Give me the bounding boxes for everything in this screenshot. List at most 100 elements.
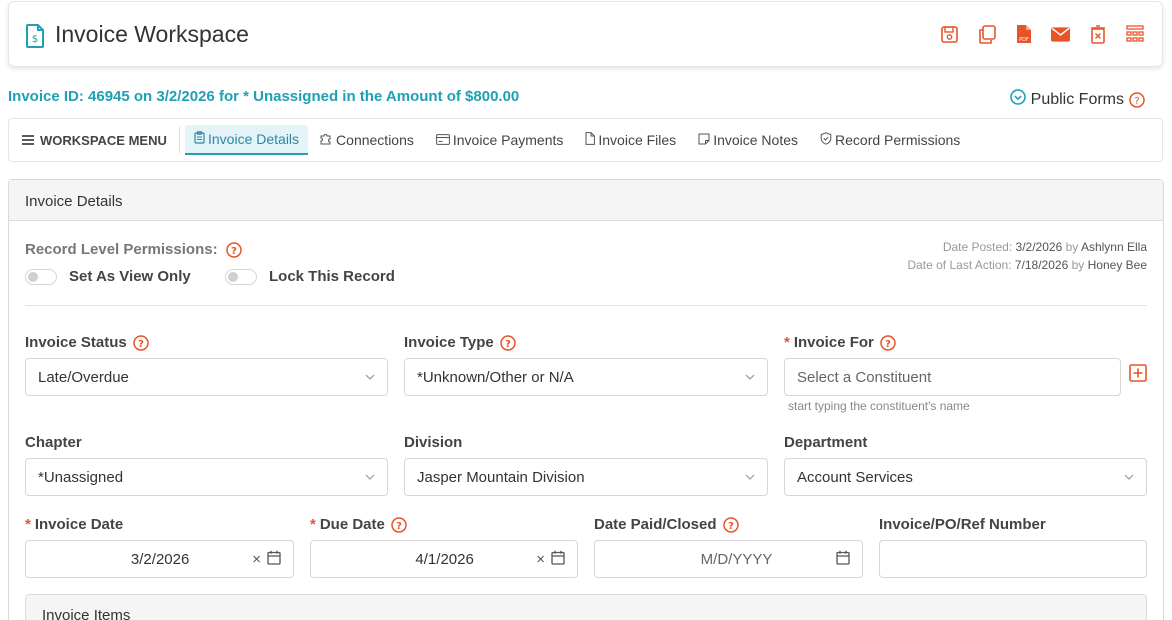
invoice-for-help: start typing the constituent's name [788,399,970,413]
public-forms-label: Public Forms [1030,90,1124,108]
puzzle-icon [319,132,333,148]
card-icon [435,132,450,148]
shield-icon [820,132,832,148]
section-divider [25,305,1147,306]
pdf-icon[interactable]: PDF [1014,24,1033,44]
chevron-down-icon [745,472,755,482]
svg-text:?: ? [505,339,511,350]
header-card: $ Invoice Workspace PDF [8,1,1163,67]
division-select[interactable]: Jasper Mountain Division [404,458,768,496]
copy-icon[interactable] [977,24,996,44]
invoice-for-label-text: Invoice For [793,334,874,351]
help-icon[interactable]: ? [132,334,149,351]
invoice-items-header: Invoice Items [25,594,1147,620]
department-select[interactable]: Account Services [784,458,1147,496]
tab-label: Connections [336,132,414,148]
due-date-label: * Due Date ? [310,516,407,533]
invoice-status-select[interactable]: Late/Overdue [25,358,388,396]
tab-invoice-files[interactable]: Invoice Files [574,125,687,155]
help-icon[interactable]: ? [391,516,407,533]
tab-label: Invoice Notes [713,132,799,148]
help-icon[interactable]: ? [722,516,739,533]
invoice-date-label: * Invoice Date [25,516,123,533]
date-posted-prefix: Date Posted: [942,240,1013,254]
ref-number-input[interactable] [879,540,1147,578]
required-mark: * [784,334,790,351]
invoice-type-value: *Unknown/Other or N/A [417,368,574,386]
clear-icon[interactable]: × [252,551,261,568]
help-icon[interactable]: ? [225,241,242,258]
date-posted-line: Date Posted: 3/2/2026 by Ashlynn Ella [907,238,1147,256]
page-title: Invoice Workspace [55,21,249,47]
menu-divider [179,127,180,153]
svg-text:PDF: PDF [1019,37,1029,43]
ref-number-label-text: Invoice/PO/Ref Number [879,516,1046,533]
panel-title: Invoice Details [9,180,1163,221]
invoice-type-select[interactable]: *Unknown/Other or N/A [404,358,768,396]
calendar-icon[interactable] [267,550,281,569]
tab-connections[interactable]: Connections [308,125,425,155]
workspace-tabs: Invoice Details Connections Invoice Paym… [185,125,971,155]
add-constituent-icon[interactable] [1129,364,1147,387]
department-label: Department [784,434,867,451]
date-paid-label: Date Paid/Closed ? [594,516,739,533]
last-action-line: Date of Last Action: 7/18/2026 by Honey … [907,256,1147,274]
tab-invoice-details[interactable]: Invoice Details [185,125,309,155]
clear-icon[interactable]: × [536,551,545,568]
svg-text:?: ? [138,339,144,350]
tab-label: Invoice Details [208,131,300,147]
view-only-toggle-row: Set As View Only [25,268,191,285]
help-icon[interactable]: ? [1129,91,1145,108]
invoice-date-input[interactable]: 3/2/2026 × [25,540,294,578]
lock-record-toggle[interactable] [225,268,257,285]
workspace-menu-toggle[interactable]: WORKSPACE MENU [22,133,167,148]
required-mark: * [25,516,31,533]
calendar-icon[interactable] [551,550,565,569]
svg-text:?: ? [396,521,402,532]
chevron-down-icon [1124,472,1134,482]
required-mark: * [310,516,316,533]
invoice-for-input[interactable]: Select a Constituent [784,358,1121,396]
delete-icon[interactable] [1088,24,1107,44]
email-icon[interactable] [1051,24,1070,44]
workspace-menu-label: WORKSPACE MENU [40,133,167,148]
chevron-down-icon [365,372,375,382]
svg-text:?: ? [728,521,734,532]
help-icon[interactable]: ? [500,334,516,351]
date-posted-value: 3/2/2026 [1015,240,1063,254]
invoice-date-label-text: Invoice Date [34,516,124,533]
tab-invoice-payments[interactable]: Invoice Payments [425,125,575,155]
department-value: Account Services [797,468,913,486]
invoice-for-placeholder: Select a Constituent [797,368,932,386]
division-value: Jasper Mountain Division [417,468,585,486]
by-text: by [1065,240,1079,254]
due-date-input[interactable]: 4/1/2026 × [310,540,578,578]
by-text: by [1071,258,1085,272]
invoice-dollar-icon: $ [25,24,45,48]
lock-record-label: Lock This Record [269,268,395,285]
svg-text:?: ? [885,339,891,350]
calendar-icon[interactable] [836,550,850,569]
chapter-value: *Unassigned [38,468,124,486]
tab-record-permissions[interactable]: Record Permissions [809,125,971,155]
last-action-prefix: Date of Last Action: [907,258,1012,272]
tab-label: Record Permissions [835,132,961,148]
svg-text:$: $ [32,34,38,45]
public-forms-link[interactable]: Public Forms ? [1009,89,1145,110]
grid-menu-icon[interactable] [1125,24,1144,44]
record-permissions-label: Record Level Permissions: ? [25,241,242,258]
division-label-text: Division [404,434,463,451]
record-meta: Date Posted: 3/2/2026 by Ashlynn Ella Da… [907,238,1147,274]
chapter-select[interactable]: *Unassigned [25,458,388,496]
due-date-label-text: Due Date [319,516,385,533]
file-icon [585,132,596,148]
help-icon[interactable]: ? [880,334,896,351]
save-icon[interactable] [940,24,959,44]
chapter-label-text: Chapter [25,434,82,451]
invoice-status-value: Late/Overdue [38,368,129,386]
view-only-toggle[interactable] [25,268,57,285]
date-paid-label-text: Date Paid/Closed [594,516,717,533]
tab-invoice-notes[interactable]: Invoice Notes [687,125,809,155]
toolbar: PDF [940,24,1144,44]
date-paid-input[interactable]: M/D/YYYY [594,540,863,578]
